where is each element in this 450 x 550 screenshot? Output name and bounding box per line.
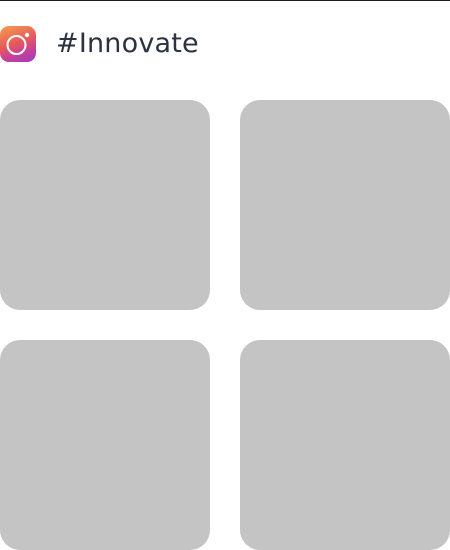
post-tile-4[interactable]	[240, 340, 450, 550]
header: #Innovate	[0, 26, 199, 62]
post-tile-3[interactable]	[0, 340, 210, 550]
top-divider	[0, 0, 450, 1]
post-tile-1[interactable]	[0, 100, 210, 310]
hashtag-title: #Innovate	[56, 28, 199, 59]
instagram-icon[interactable]	[0, 26, 36, 62]
post-tile-2[interactable]	[240, 100, 450, 310]
